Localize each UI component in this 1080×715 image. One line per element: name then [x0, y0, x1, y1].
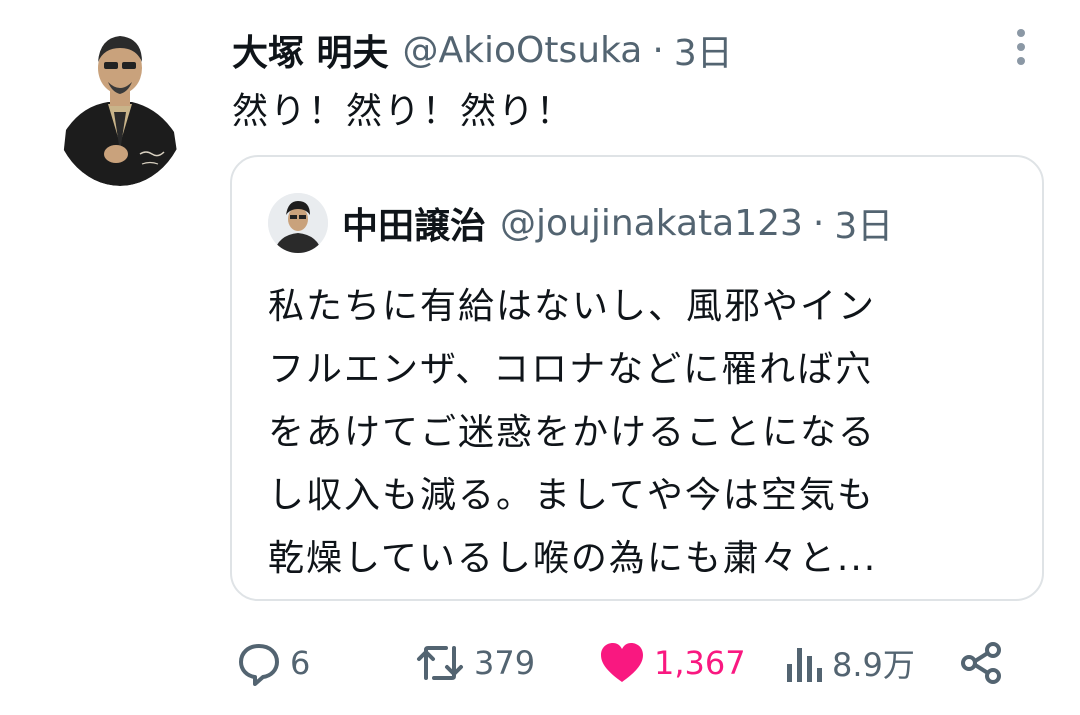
more-options-button[interactable]	[1006, 24, 1036, 70]
quoted-text-line: フルエンザ、コロナなどに罹れば穴	[268, 349, 874, 390]
views-icon	[787, 648, 822, 682]
quoted-text-line: 私たちに有給はないし、風邪やイン	[268, 286, 877, 327]
quoted-tweet-text: 私たちに有給はないし、風邪やイン フルエンザ、コロナなどに罹れば穴 をあけてご迷…	[268, 275, 877, 590]
retweet-icon	[417, 646, 463, 680]
reply-button[interactable]: 6	[236, 628, 310, 698]
views-count: 8.9万	[832, 646, 915, 684]
author-handle[interactable]: @AkioOtsuka	[403, 30, 643, 71]
quoted-text-line: し収入も減る。ましてや今は空気も	[268, 475, 875, 516]
author-avatar[interactable]	[52, 22, 188, 186]
share-button[interactable]	[958, 628, 1004, 698]
like-button[interactable]: 1,367	[598, 628, 746, 698]
retweet-count: 379	[474, 644, 536, 682]
reply-icon	[239, 644, 279, 686]
quoted-tweet-timestamp[interactable]: 3日	[834, 197, 893, 249]
share-icon	[961, 642, 1001, 684]
quoted-header-separator: ·	[812, 202, 825, 244]
quoted-author-avatar[interactable]	[268, 193, 328, 253]
header-separator: ·	[652, 29, 664, 71]
tweet-text: 然り！然り！然り！	[232, 91, 575, 132]
tweet-header: 大塚 明夫 @AkioOtsuka · 3日	[232, 22, 733, 78]
more-vertical-icon	[1017, 29, 1025, 65]
quoted-tweet-card[interactable]: 中田譲治 @joujinakata123 · 3日 私たちに有給はないし、風邪や…	[230, 155, 1044, 601]
quoted-author-handle[interactable]: @joujinakata123	[500, 203, 803, 244]
quoted-text-line: 乾燥しているし喉の為にも粛々と...	[268, 538, 878, 579]
retweet-button[interactable]: 379	[414, 628, 535, 698]
quoted-text-line: をあけてご迷惑をかけることになる	[268, 412, 877, 453]
heart-icon	[601, 643, 643, 682]
author-name[interactable]: 大塚 明夫	[232, 24, 389, 76]
views-button[interactable]: 8.9万	[784, 628, 915, 698]
quoted-tweet-header: 中田譲治 @joujinakata123 · 3日	[342, 195, 893, 251]
tweet-action-bar: 6 379 1,367 8.9万	[0, 628, 1080, 698]
quoted-author-name[interactable]: 中田譲治	[342, 197, 486, 249]
tweet-timestamp[interactable]: 3日	[674, 24, 733, 76]
reply-count: 6	[290, 644, 311, 682]
like-count: 1,367	[654, 644, 746, 682]
